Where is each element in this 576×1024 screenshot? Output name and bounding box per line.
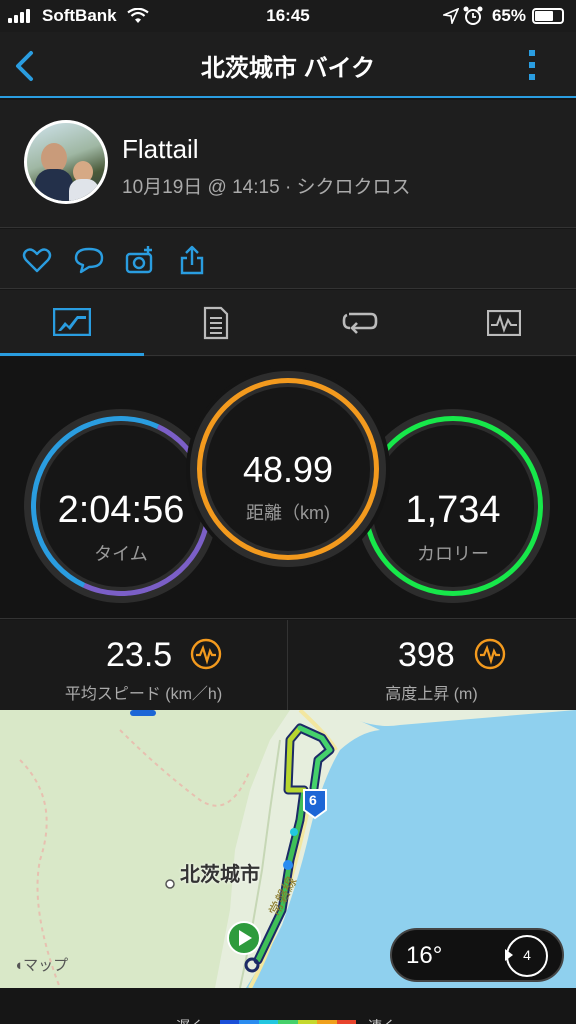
weather-widget[interactable]: 16° 4 [390, 928, 564, 982]
status-bar: SoftBank 16:45 65% [0, 0, 576, 32]
location-arrow-icon [443, 8, 459, 24]
legend-segment [220, 1020, 240, 1024]
elevation-value: 398 [398, 636, 455, 674]
distance-value: 48.99 [242, 449, 334, 490]
temperature: 16° [406, 942, 443, 969]
clock: 16:45 [266, 6, 310, 25]
elevation-stat[interactable]: 398 高度上昇 (m) [288, 620, 575, 710]
camera-add-icon[interactable] [125, 245, 155, 275]
legend-segment [336, 1020, 356, 1024]
chart-icon [487, 310, 521, 336]
comment-icon[interactable] [74, 245, 104, 275]
more-vertical-icon[interactable] [526, 48, 538, 82]
laps-icon [342, 312, 378, 334]
activity-profile: Flattail 10月19日 @ 14:15 · シクロクロス [0, 100, 576, 228]
apple-maps-attribution: ◖マップ [14, 957, 69, 974]
calories-label: カロリー [417, 544, 489, 564]
time-value: 2:04:56 [57, 489, 185, 531]
time-label: タイム [94, 544, 148, 564]
road-number: 6 [309, 792, 317, 808]
legend-slow: 遅く [176, 1016, 204, 1024]
battery-percent: 65% [491, 6, 526, 25]
avg-speed-label: 平均スピード (km／h) [64, 686, 223, 703]
activity-meta: 10月19日 @ 14:15 · シクロクロス [122, 177, 411, 198]
app-header: 北茨城市 バイク [0, 32, 576, 98]
stats-row: 23.5 平均スピード (km／h) 398 高度上昇 (m) [0, 620, 576, 710]
tab-laps[interactable] [288, 290, 432, 356]
legend-segment [258, 1020, 279, 1024]
tab-details[interactable] [144, 290, 288, 356]
tab-overview[interactable] [0, 290, 144, 356]
legend-segment [317, 1020, 337, 1024]
legend-gradient [220, 1020, 356, 1024]
legend-segment [278, 1020, 298, 1024]
share-icon[interactable] [177, 245, 207, 275]
overview-icon [53, 307, 91, 336]
user-name[interactable]: Flattail [122, 134, 199, 165]
action-bar [0, 229, 576, 289]
page-title: 北茨城市 バイク [200, 55, 376, 82]
route-map[interactable]: 6 北茨城市 常磐線 ◖マップ 16° 4 [0, 710, 576, 988]
alarm-icon [463, 6, 483, 25]
wind-arrow-icon [505, 949, 513, 961]
details-icon [203, 306, 229, 340]
heat-signal-icon [474, 638, 506, 670]
city-label: 北茨城市 [180, 864, 260, 886]
wind-speed: 4 [523, 947, 531, 963]
summary-rings: 2:04:56 タイム 1,734 カロリー 48.99 距離（km) [0, 357, 576, 622]
apple-logo-icon: ◖ [14, 957, 24, 974]
tab-chart[interactable] [432, 290, 576, 356]
heat-signal-icon [190, 638, 222, 670]
legend-segment [297, 1020, 318, 1024]
battery-icon [532, 8, 564, 24]
elevation-label: 高度上昇 (m) [385, 686, 478, 703]
legend-fast: 速く [368, 1016, 396, 1024]
heart-icon[interactable] [22, 245, 52, 275]
tab-bar [0, 290, 576, 356]
avatar[interactable] [24, 120, 108, 204]
speed-legend: 遅く 速く [0, 988, 576, 1024]
avg-speed-value: 23.5 [106, 636, 173, 674]
time-ring[interactable]: 2:04:56 タイム [5, 390, 237, 622]
distance-label: 距離（km) [246, 503, 330, 523]
wind-compass-icon: 4 [505, 935, 548, 977]
distance-ring[interactable]: 48.99 距離（km) [190, 371, 386, 567]
legend-segment [239, 1020, 259, 1024]
avg-speed-stat[interactable]: 23.5 平均スピード (km／h) [0, 620, 287, 710]
